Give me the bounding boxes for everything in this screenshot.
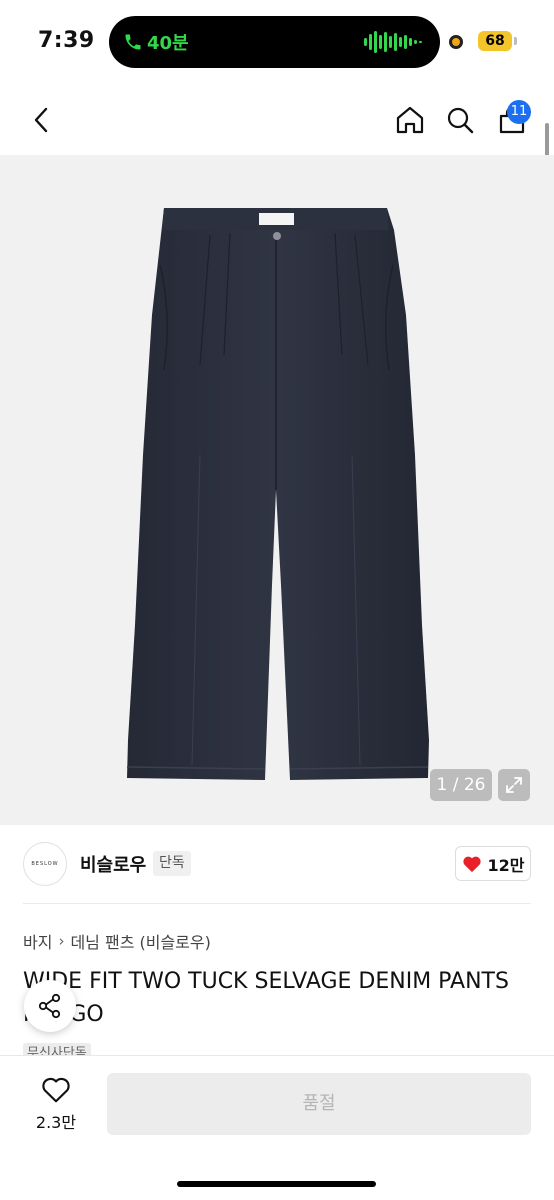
product-image-gallery[interactable] [0, 155, 554, 825]
breadcrumb: 바지 › 데님 팬츠 (비슬로우) [23, 929, 211, 953]
divider [23, 903, 531, 904]
wishlist-button[interactable] [40, 1075, 72, 1105]
phone-icon [125, 34, 141, 50]
back-button[interactable] [24, 100, 58, 140]
share-icon [38, 993, 61, 1019]
wishlist-count: 2.3만 [35, 1113, 77, 1132]
expand-icon [506, 777, 522, 793]
exclusive-brand-badge: 단독 [153, 851, 191, 876]
share-button[interactable] [24, 980, 76, 1032]
breadcrumb-category[interactable]: 바지 [23, 929, 52, 953]
product-photo-denim-pants [126, 208, 429, 780]
battery-level: 68 [478, 31, 512, 51]
brand-like-count: 12만 [487, 855, 525, 875]
product-title: WIDE FIT TWO TUCK SELVAGE DENIM PANTS IN… [23, 969, 509, 1027]
fullscreen-button[interactable] [498, 769, 530, 801]
call-indicator: 40분 [123, 29, 189, 55]
search-button[interactable] [443, 100, 477, 140]
brand-logo-text: BESLOW [31, 861, 59, 867]
brand-like-button[interactable]: 12만 [455, 846, 531, 881]
audio-wave-icon [364, 31, 422, 53]
call-duration: 40분 [147, 33, 189, 54]
sold-out-button[interactable]: 품절 [107, 1073, 531, 1135]
cart-count-badge: 11 [507, 100, 531, 124]
chevron-right-icon: › [58, 932, 65, 950]
back-icon [34, 107, 48, 133]
heart-outline-icon [42, 1077, 70, 1103]
search-icon [447, 107, 474, 134]
home-indicator[interactable] [177, 1181, 376, 1187]
dynamic-island[interactable]: 40분 [109, 16, 440, 68]
heart-filled-icon [462, 856, 481, 872]
recording-indicator [449, 35, 463, 49]
status-time: 7:39 [38, 28, 95, 53]
battery-tip [514, 37, 517, 45]
brand-logo[interactable]: BESLOW [23, 842, 67, 886]
image-counter: 1 / 26 [430, 769, 492, 801]
breadcrumb-subcategory[interactable]: 데님 팬츠 (비슬로우) [70, 929, 210, 953]
home-button[interactable] [393, 100, 427, 140]
home-icon [396, 106, 424, 134]
brand-name[interactable]: 비슬로우 [80, 851, 146, 877]
